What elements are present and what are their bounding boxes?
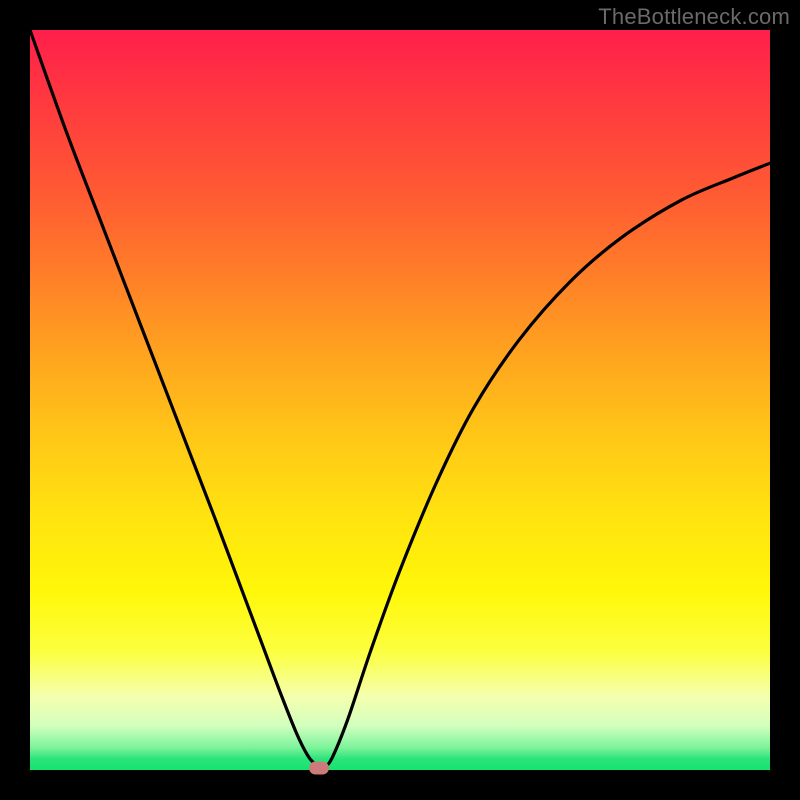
bottleneck-curve bbox=[30, 30, 770, 770]
plot-area bbox=[30, 30, 770, 770]
watermark-text: TheBottleneck.com bbox=[598, 4, 790, 30]
optimal-marker bbox=[309, 761, 329, 774]
chart-frame: TheBottleneck.com bbox=[0, 0, 800, 800]
curve-path bbox=[30, 30, 770, 768]
